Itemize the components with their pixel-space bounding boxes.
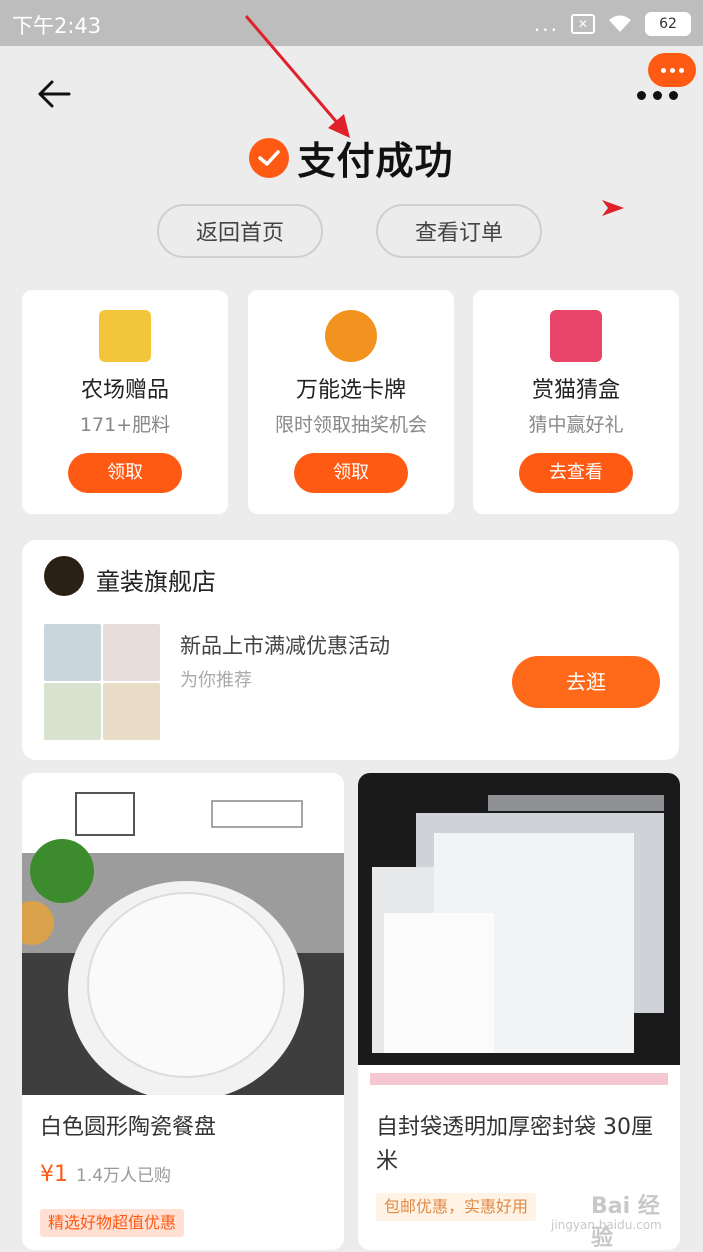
service-sub: 171+肥料 bbox=[79, 414, 171, 436]
product-card-plate[interactable]: 白色圆形陶瓷餐盘 ¥1 1.4万人已购 精选好物超值优惠 bbox=[22, 773, 344, 1250]
visit-store-button[interactable]: 去逛 bbox=[512, 656, 660, 708]
store-thumbnails bbox=[44, 624, 160, 740]
product-tag: 包邮优惠，实惠好用 bbox=[376, 1193, 537, 1221]
service-card-box[interactable]: 赏猫猜盒 猜中赢好礼 去查看 bbox=[473, 290, 679, 514]
baidu-jingyan-watermark: Bai 经验 jingyan.baidu.com bbox=[551, 1188, 671, 1251]
service-card-cards[interactable]: 万能选卡牌 限时领取抽奖机会 领取 bbox=[248, 290, 454, 514]
status-icons: ... ✕ 62 bbox=[534, 12, 691, 36]
store-promo-text: 新品上市满减优惠活动 bbox=[180, 634, 390, 658]
view-order-button[interactable]: 查看订单 bbox=[376, 204, 542, 258]
claim-button[interactable]: 领取 bbox=[294, 453, 408, 493]
sim-icon: ✕ bbox=[571, 14, 595, 34]
wifi-icon bbox=[609, 15, 631, 32]
page-title: 支付成功 bbox=[297, 139, 454, 183]
more-options-button[interactable] bbox=[637, 86, 681, 104]
card-draw-icon bbox=[325, 310, 377, 362]
status-bar: 下午2:43 ... ✕ 62 bbox=[0, 0, 703, 46]
service-name: 赏猫猜盒 bbox=[531, 378, 620, 403]
zip-bag-product-image bbox=[358, 773, 680, 1095]
notification-dots-icon: ... bbox=[533, 12, 559, 36]
farm-gift-icon bbox=[99, 310, 151, 362]
service-sub: 限时领取抽奖机会 bbox=[274, 414, 427, 436]
store-card[interactable]: 童装旗舰店 新品上市满减优惠活动 为你推荐 去逛 bbox=[22, 540, 679, 760]
claim-button[interactable]: 领取 bbox=[68, 453, 182, 493]
service-name: 万能选卡牌 bbox=[295, 378, 406, 403]
product-sold-count: 1.4万人已购 bbox=[76, 1166, 172, 1186]
service-name: 农场赠品 bbox=[80, 378, 169, 403]
service-sub: 猜中赢好礼 bbox=[528, 414, 624, 436]
back-home-button[interactable]: 返回首页 bbox=[157, 204, 323, 258]
product-title: 自封袋透明加厚密封袋 30厘米 bbox=[376, 1115, 653, 1174]
gift-box-icon bbox=[550, 310, 602, 362]
product-title: 白色圆形陶瓷餐盘 bbox=[40, 1115, 217, 1140]
product-card-bags[interactable]: 自封袋透明加厚密封袋 30厘米 包邮优惠，实惠好用 bbox=[358, 773, 680, 1250]
product-price-row: ¥1 1.4万人已购 bbox=[40, 1161, 171, 1187]
product-tag: 精选好物超值优惠 bbox=[40, 1209, 185, 1237]
plate-product-image bbox=[22, 773, 344, 1095]
view-button[interactable]: 去查看 bbox=[519, 453, 633, 493]
store-name: 童装旗舰店 bbox=[96, 568, 216, 596]
store-logo-icon bbox=[44, 556, 84, 596]
back-arrow-icon[interactable] bbox=[36, 78, 72, 110]
check-icon bbox=[249, 137, 290, 178]
service-card-farm[interactable]: 农场赠品 171+肥料 领取 bbox=[22, 290, 228, 514]
battery-icon: 62 bbox=[645, 12, 691, 36]
watermark-url: jingyan.baidu.com bbox=[551, 1218, 662, 1232]
store-promo-subtext: 为你推荐 bbox=[180, 670, 252, 691]
status-time: 下午2:43 bbox=[12, 14, 102, 38]
payment-success-header: 支付成功 bbox=[0, 130, 703, 185]
product-price: ¥1 bbox=[40, 1162, 68, 1187]
message-badge-icon[interactable] bbox=[648, 53, 696, 87]
